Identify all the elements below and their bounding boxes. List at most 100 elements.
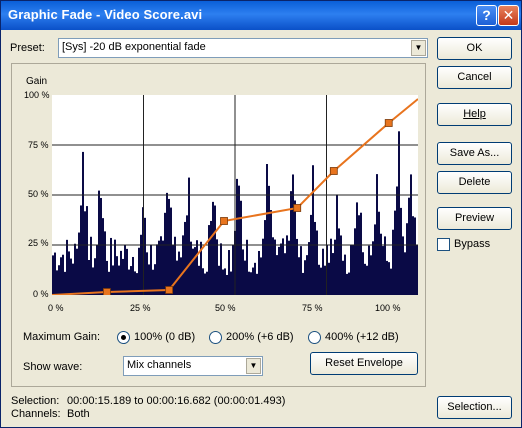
- waveform-bar: [120, 250, 122, 295]
- waveform-bar: [404, 252, 406, 295]
- waveform-bar: [298, 257, 300, 295]
- cancel-button[interactable]: Cancel: [437, 66, 512, 89]
- selection-label: Selection:: [11, 395, 60, 407]
- chevron-down-icon[interactable]: ▼: [246, 358, 261, 374]
- waveform-bar: [56, 270, 58, 295]
- waveform-bar: [132, 256, 134, 295]
- chevron-down-icon[interactable]: ▼: [411, 40, 426, 56]
- waveform-bar: [66, 239, 68, 295]
- gain-100-radio[interactable]: [117, 331, 130, 344]
- waveform-bar: [236, 178, 238, 295]
- gain-200-label[interactable]: 200% (+6 dB): [226, 331, 294, 343]
- delete-button[interactable]: Delete: [437, 171, 512, 194]
- waveform-bar: [320, 267, 322, 295]
- preview-button[interactable]: Preview: [437, 207, 512, 230]
- waveform-bar: [98, 190, 100, 295]
- show-wave-dropdown[interactable]: Mix channels ▼: [123, 356, 263, 376]
- envelope-point[interactable]: [103, 288, 111, 296]
- title-bar[interactable]: Graphic Fade - Video Score.avi ? ✕: [1, 1, 521, 30]
- waveform-bar: [276, 255, 278, 295]
- waveform-bar: [146, 252, 148, 295]
- waveform-bar: [268, 185, 270, 295]
- ok-button[interactable]: OK: [437, 37, 512, 60]
- waveform-bar: [382, 246, 384, 295]
- waveform-bar: [140, 234, 142, 295]
- waveform-bar: [394, 210, 396, 295]
- waveform-bar: [222, 269, 224, 295]
- gain-400-label[interactable]: 400% (+12 dB): [325, 331, 399, 343]
- envelope-point[interactable]: [293, 204, 302, 212]
- reset-envelope-button[interactable]: Reset Envelope: [310, 352, 418, 375]
- envelope-point[interactable]: [329, 167, 338, 175]
- close-icon[interactable]: ✕: [498, 5, 519, 26]
- waveform-bar: [224, 268, 226, 295]
- help-icon[interactable]: ?: [476, 5, 497, 26]
- preset-dropdown[interactable]: [Sys] -20 dB exponential fade ▼: [58, 38, 428, 58]
- waveform-bar: [202, 268, 204, 295]
- waveform-bar: [52, 255, 54, 295]
- waveform-bar: [410, 174, 412, 295]
- waveform-bar: [344, 254, 346, 295]
- envelope-point[interactable]: [384, 119, 393, 127]
- waveform-bar: [170, 207, 172, 295]
- waveform-bar: [290, 191, 292, 295]
- waveform-bar: [158, 240, 160, 295]
- waveform-bar: [352, 244, 354, 295]
- waveform-bar: [212, 201, 214, 295]
- waveform-bar: [346, 273, 348, 295]
- selection-button[interactable]: Selection...: [437, 396, 512, 419]
- waveform-bar: [414, 217, 416, 295]
- max-gain-label: Maximum Gain:: [23, 331, 101, 343]
- waveform-bar: [88, 260, 90, 295]
- envelope-point[interactable]: [165, 286, 174, 294]
- gain-100-label[interactable]: 100% (0 dB): [134, 331, 195, 343]
- waveform-bar: [216, 239, 218, 295]
- waveform-bar: [254, 262, 256, 295]
- waveform-bar: [92, 267, 94, 295]
- waveform-bar: [84, 211, 86, 295]
- waveform-bar: [348, 272, 350, 295]
- gain-200-radio[interactable]: [209, 331, 222, 344]
- window-title: Graphic Fade - Video Score.avi: [8, 7, 203, 22]
- waveform-bar: [178, 251, 180, 295]
- waveform-bar: [248, 271, 250, 295]
- save-as-button[interactable]: Save As...: [437, 142, 512, 165]
- preset-label: Preset:: [10, 42, 45, 54]
- waveform-bar: [316, 230, 318, 295]
- waveform-bar: [362, 252, 364, 295]
- waveform-bar: [258, 250, 260, 295]
- waveform-bar: [182, 235, 184, 295]
- waveform-bar: [370, 255, 372, 295]
- waveform-bar: [278, 246, 280, 295]
- waveform-bar: [412, 216, 414, 295]
- waveform-bar: [272, 237, 274, 295]
- waveform-bar: [68, 251, 70, 295]
- envelope-graph-svg[interactable]: [51, 95, 419, 296]
- waveform-bar: [304, 260, 306, 295]
- waveform-bar: [342, 260, 344, 295]
- waveform-bar: [94, 258, 96, 295]
- waveform-bar: [396, 186, 398, 295]
- gain-400-radio[interactable]: [308, 331, 321, 344]
- waveform-bar: [82, 151, 84, 295]
- waveform-bar: [274, 239, 276, 295]
- waveform-bar: [150, 245, 152, 295]
- radio-selected-dot: [121, 335, 126, 340]
- help-button[interactable]: Help: [437, 103, 512, 126]
- waveform-bar: [90, 236, 92, 295]
- gain-axis-label: Gain: [26, 76, 48, 87]
- envelope-point[interactable]: [220, 217, 228, 225]
- waveform-bar: [190, 241, 192, 295]
- x-tick-label: 50 %: [215, 303, 236, 313]
- waveform-bar: [72, 263, 74, 295]
- waveform-bar: [214, 205, 216, 295]
- bypass-checkbox[interactable]: [437, 238, 450, 251]
- waveform-bar: [262, 238, 264, 295]
- waveform-bar: [324, 265, 326, 295]
- waveform-bar: [332, 253, 334, 295]
- waveform-bar: [230, 271, 232, 295]
- y-tick-label: 50 %: [28, 189, 49, 199]
- envelope-graph[interactable]: [51, 95, 419, 296]
- waveform-bar: [354, 228, 356, 295]
- waveform-bar: [266, 164, 268, 295]
